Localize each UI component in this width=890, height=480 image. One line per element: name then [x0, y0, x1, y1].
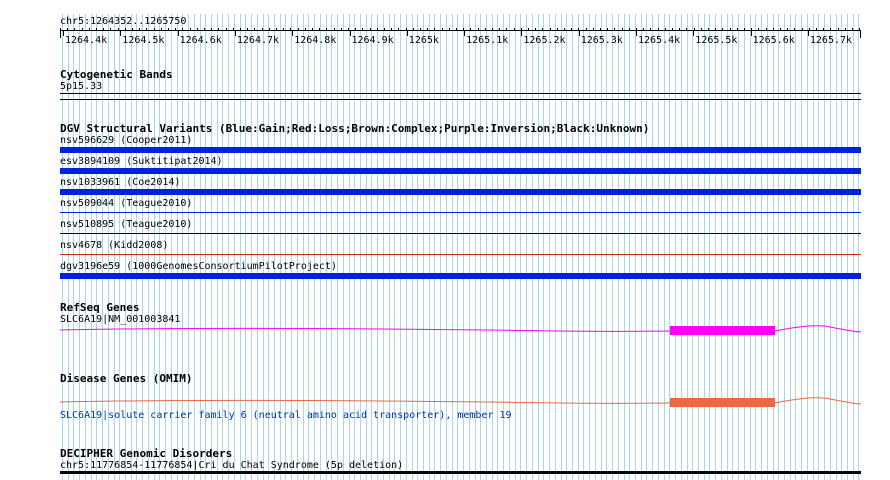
intron-line — [59, 399, 671, 404]
intron-line — [59, 327, 671, 332]
gene-models — [59, 325, 862, 407]
omim-gene-model — [59, 397, 862, 407]
utr-line — [774, 325, 862, 333]
exon-block — [670, 326, 775, 335]
utr-line — [774, 397, 862, 405]
exon-block — [670, 398, 775, 407]
refseq-gene-model — [59, 325, 862, 335]
